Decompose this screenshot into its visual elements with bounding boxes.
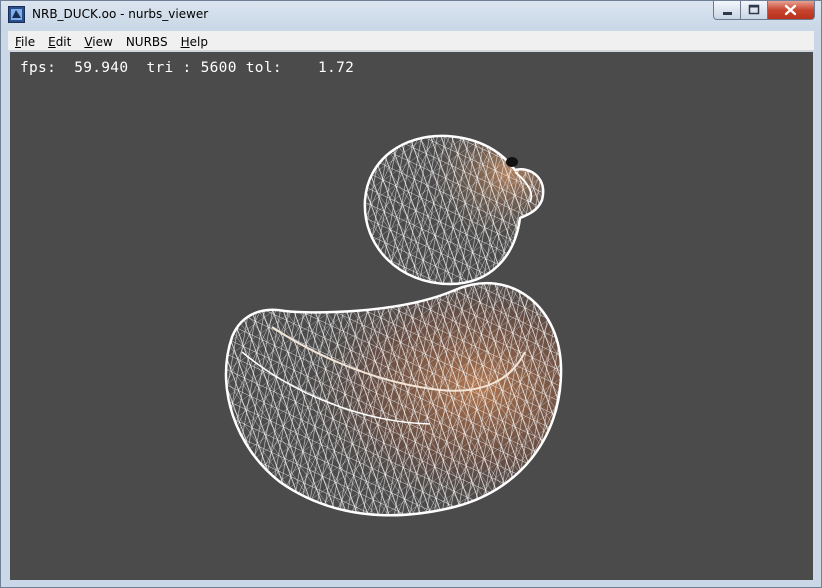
close-icon [784,4,797,16]
app-icon [8,6,25,23]
minimize-button[interactable] [713,1,741,20]
menu-file[interactable]: File [8,33,41,52]
duck-body-mesh [224,281,563,517]
menu-help[interactable]: Help [174,33,214,52]
duck-wireframe-model [224,134,563,517]
maximize-button[interactable] [741,1,768,20]
menu-bar: File Edit View NURBS Help [8,31,814,51]
title-bar[interactable]: NRB_DUCK.oo - nurbs_viewer [1,1,821,30]
maximize-icon [748,4,760,15]
minimize-icon [723,12,732,15]
app-window: NRB_DUCK.oo - nurbs_viewer File Edit View N… [0,0,822,588]
menu-nurbs[interactable]: NURBS [119,33,174,52]
duck-head-mesh [363,134,545,286]
close-button[interactable] [768,1,815,20]
menu-view[interactable]: View [77,33,118,52]
duck-eye [506,157,518,167]
menu-edit[interactable]: Edit [41,33,77,52]
render-viewport[interactable]: fps: 59.940 tri : 5600 tol: 1.72 [10,52,813,580]
window-title: NRB_DUCK.oo - nurbs_viewer [32,7,209,21]
